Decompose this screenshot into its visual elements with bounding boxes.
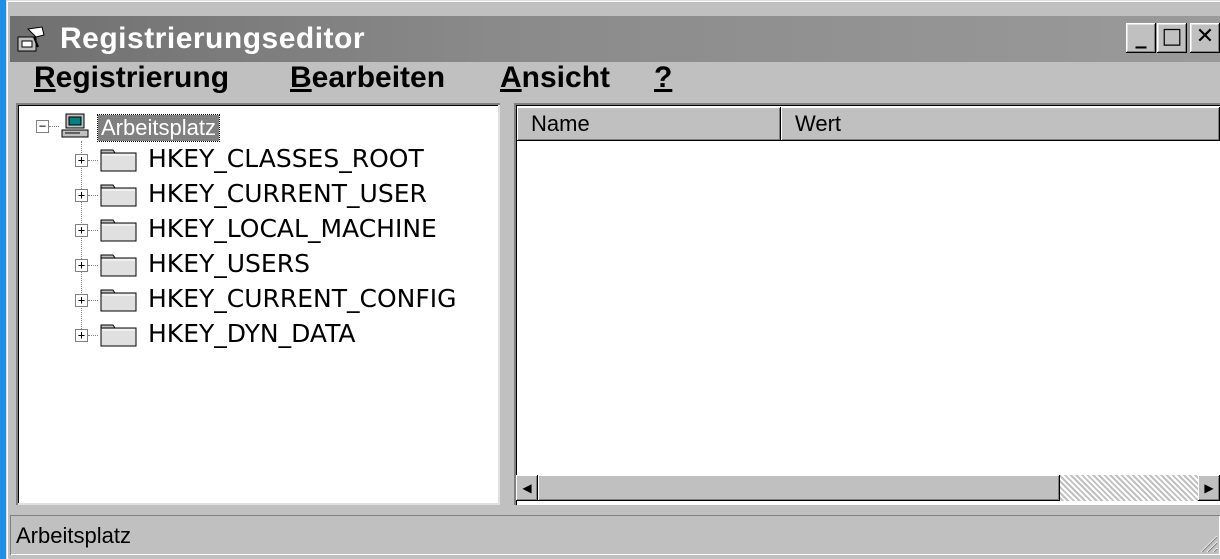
tree-connector: [49, 126, 59, 127]
folder-icon: [100, 149, 137, 172]
tree-item-hkey-current-user[interactable]: + HKEY_CURRENT_USER: [16, 178, 496, 210]
tree-item-arbeitsplatz[interactable]: − Arbeitsplatz: [16, 109, 496, 142]
tree-connector: [88, 335, 98, 336]
menu-ansicht[interactable]: Ansicht: [500, 60, 610, 96]
collapse-icon[interactable]: −: [36, 120, 49, 133]
scrollbar-thumb[interactable]: [538, 475, 1060, 501]
menu-bar: Registrierung Bearbeiten Ansicht ?: [10, 60, 1220, 96]
horizontal-scrollbar[interactable]: ◀ ▶: [516, 475, 1220, 501]
scroll-right-icon[interactable]: ▶: [1198, 475, 1220, 501]
window-title: Registrierungseditor: [60, 22, 366, 55]
expand-icon[interactable]: +: [75, 294, 88, 307]
folder-icon: [100, 289, 137, 312]
folder-icon: [100, 219, 137, 242]
title-bar[interactable]: Registrierungseditor _ □ ✕: [10, 16, 1220, 62]
tree-item-hkey-dyn-data[interactable]: + HKEY_DYN_DATA: [16, 318, 496, 350]
tree-connector: [88, 265, 98, 266]
tree-item-label: HKEY_LOCAL_MACHINE: [148, 214, 437, 243]
expand-icon[interactable]: +: [75, 329, 88, 342]
scroll-left-icon[interactable]: ◀: [516, 475, 538, 501]
status-bar: Arbeitsplatz: [10, 515, 1220, 555]
expand-icon[interactable]: +: [75, 224, 88, 237]
resize-grip-icon[interactable]: [1196, 531, 1218, 553]
tree-connector: [88, 300, 98, 301]
menu-help[interactable]: ?: [654, 60, 672, 96]
close-button[interactable]: ✕: [1190, 23, 1220, 53]
computer-icon: [61, 113, 89, 138]
tree-item-label: HKEY_USERS: [148, 249, 310, 278]
maximize-button[interactable]: □: [1157, 23, 1187, 53]
registry-editor-icon[interactable]: [14, 23, 48, 57]
expand-icon[interactable]: +: [75, 189, 88, 202]
tree-connector: [88, 195, 98, 196]
folder-icon: [100, 324, 137, 347]
tree-root-label[interactable]: Arbeitsplatz: [97, 114, 220, 142]
tree-item-hkey-classes-root[interactable]: + HKEY_CLASSES_ROOT: [16, 143, 496, 175]
minimize-button[interactable]: _: [1126, 23, 1156, 53]
menu-registrierung[interactable]: Registrierung: [34, 60, 229, 96]
folder-icon: [100, 184, 137, 207]
tree-item-label: HKEY_CURRENT_CONFIG: [148, 284, 457, 313]
tree-pane[interactable]: − Arbeitsplatz + HKEY_CLASSES_ROOT + HKE…: [16, 103, 500, 505]
tree-item-label: HKEY_CURRENT_USER: [148, 179, 427, 208]
menu-bearbeiten[interactable]: Bearbeiten: [290, 60, 445, 96]
column-header-wert[interactable]: Wert: [781, 107, 1220, 141]
folder-icon: [100, 254, 137, 277]
tree-connector: [88, 230, 98, 231]
registry-editor-window: Registrierungseditor _ □ ✕ Registrierung…: [6, 0, 1220, 559]
tree-item-label: HKEY_DYN_DATA: [148, 319, 356, 348]
tree-item-hkey-local-machine[interactable]: + HKEY_LOCAL_MACHINE: [16, 213, 496, 245]
column-header-name[interactable]: Name: [517, 107, 781, 141]
pane-splitter[interactable]: [500, 103, 514, 505]
tree-item-hkey-current-config[interactable]: + HKEY_CURRENT_CONFIG: [16, 283, 496, 315]
expand-icon[interactable]: +: [75, 154, 88, 167]
tree-connector: [88, 160, 98, 161]
tree-item-label: HKEY_CLASSES_ROOT: [148, 144, 424, 173]
tree-item-hkey-users[interactable]: + HKEY_USERS: [16, 248, 496, 280]
values-list-pane[interactable]: Name Wert ◀ ▶: [514, 103, 1220, 505]
expand-icon[interactable]: +: [75, 259, 88, 272]
status-text: Arbeitsplatz: [16, 523, 131, 548]
